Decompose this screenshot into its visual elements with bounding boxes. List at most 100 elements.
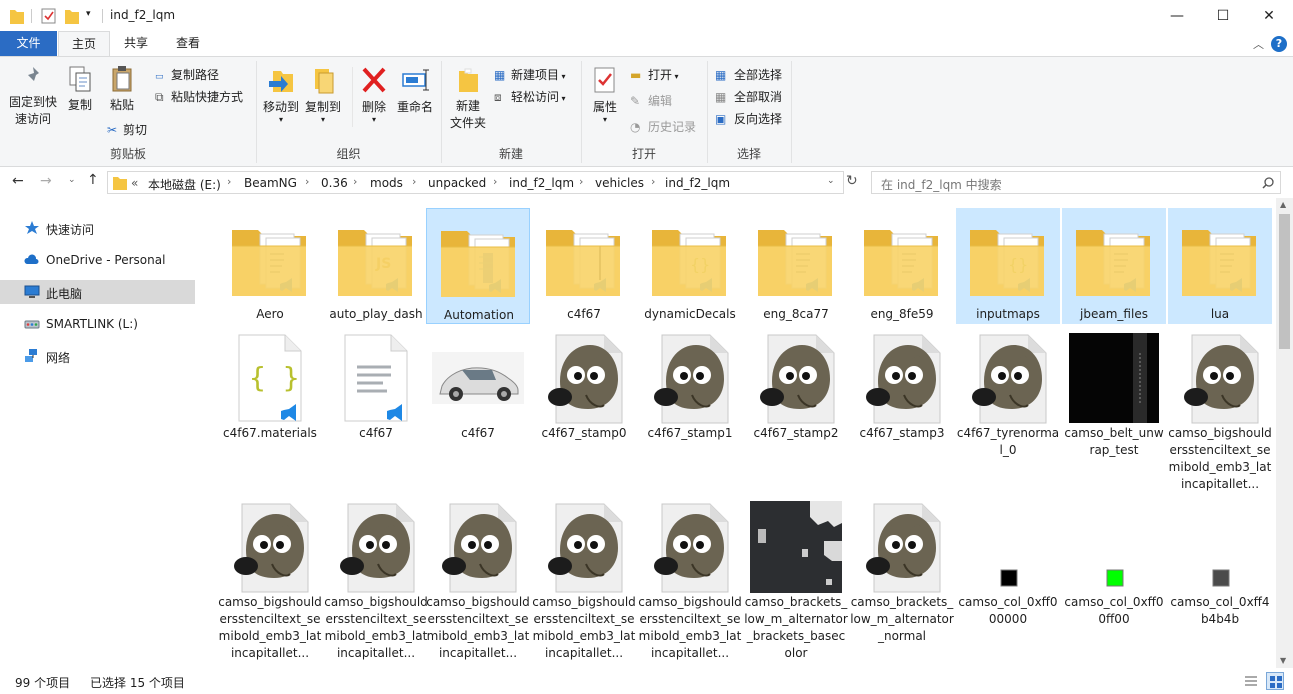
file-item[interactable]: camso_belt_unwrap_test (1062, 327, 1166, 491)
divider (31, 9, 32, 23)
address-bar[interactable]: « 本地磁盘 (E:) › BeamNG › 0.36 › mods › unp… (107, 171, 844, 194)
folder-item[interactable]: {} inputmaps (956, 208, 1060, 324)
file-item[interactable]: camso_bigshouldersstenciltext_semibold_e… (532, 496, 636, 668)
chevron-right-icon[interactable]: › (227, 175, 231, 188)
file-item[interactable]: camso_bigshouldersstenciltext_semibold_e… (638, 496, 742, 668)
properties-button[interactable]: 属性 ▾ (587, 65, 623, 124)
scroll-up-icon[interactable]: ▲ (1280, 200, 1286, 209)
rename-button[interactable]: 重命名 (394, 65, 436, 115)
file-item[interactable]: c4f67_stamp3 (850, 327, 954, 491)
paste-shortcut-button[interactable]: ⧉ 粘贴快捷方式 (155, 88, 243, 105)
select-none-button[interactable]: ▦ 全部取消 (715, 88, 782, 105)
refresh-icon[interactable]: ↻ (846, 173, 858, 189)
paste-button[interactable]: 粘贴 (103, 65, 141, 113)
tab-share[interactable]: 共享 (112, 31, 160, 56)
collapse-ribbon-icon[interactable]: ︿ (1253, 36, 1264, 52)
item-label: c4f67 (359, 426, 393, 440)
up-icon[interactable]: ↑ (87, 172, 99, 188)
breadcrumb-item[interactable]: 本地磁盘 (E:) (148, 176, 221, 193)
nav-item-smartlink[interactable]: SMARTLINK (L:) (0, 312, 195, 336)
copy-button[interactable]: 复制 (62, 65, 98, 113)
tab-view[interactable]: 查看 (164, 31, 212, 56)
nav-item-this-pc[interactable]: 此电脑 (0, 280, 195, 304)
pin-quick-access-button[interactable]: 固定到快 速访问 (4, 65, 62, 128)
file-item[interactable]: { } c4f67.materials (218, 327, 322, 491)
chevron-right-icon[interactable]: › (353, 175, 357, 188)
folder-item[interactable]: Automation (426, 208, 530, 324)
file-item[interactable]: c4f67_stamp1 (638, 327, 742, 491)
qat-dropdown-icon[interactable]: ▾ (86, 9, 91, 19)
file-item[interactable]: c4f67_stamp2 (744, 327, 848, 491)
file-item[interactable]: camso_brackets_low_m_alternator_brackets… (744, 496, 848, 668)
file-item[interactable]: c4f67 (324, 327, 428, 491)
forward-icon[interactable]: → (40, 173, 52, 189)
file-item[interactable]: camso_brackets_low_m_alternator_normal (850, 496, 954, 668)
minimize-button[interactable]: — (1154, 0, 1200, 31)
recent-locations-icon[interactable]: ⌄ (68, 175, 76, 185)
help-icon[interactable]: ? (1271, 36, 1287, 52)
breadcrumb-item[interactable]: ind_f2_lqm (509, 176, 574, 190)
easy-access-button[interactable]: ⧈ 轻松访问 ▾ (494, 88, 566, 105)
tab-file[interactable]: 文件 (0, 31, 57, 56)
chevron-right-icon[interactable]: › (412, 175, 416, 188)
maximize-button[interactable]: ☐ (1200, 0, 1246, 31)
folder-item[interactable]: jbeam_files (1062, 208, 1166, 324)
copy-to-button[interactable]: 复制到 ▾ (302, 65, 344, 124)
close-button[interactable]: ✕ (1246, 0, 1292, 31)
chevron-right-icon[interactable]: › (579, 175, 583, 188)
copy-path-button[interactable]: ▭ 复制路径 (155, 66, 219, 83)
file-item[interactable]: camso_bigshouldersstenciltext_semibold_e… (426, 496, 530, 668)
chevron-right-icon[interactable]: › (493, 175, 497, 188)
invert-selection-button[interactable]: ▣ 反向选择 (715, 110, 782, 127)
properties-icon[interactable] (41, 7, 57, 25)
breadcrumb-item[interactable]: vehicles (595, 176, 644, 190)
file-item[interactable]: camso_bigshouldersstenciltext_semibold_e… (1168, 327, 1272, 491)
nav-item-quick-access[interactable]: 快速访问 (0, 216, 195, 240)
breadcrumb-item[interactable]: 0.36 (321, 176, 348, 190)
file-item[interactable]: c4f67_stamp0 (532, 327, 636, 491)
file-item[interactable]: c4f67 (426, 327, 530, 491)
nav-item-network[interactable]: 网络 (0, 344, 195, 368)
nav-item-onedrive[interactable]: OneDrive - Personal (0, 248, 195, 272)
new-folder-button[interactable]: 新建 文件夹 (445, 65, 491, 132)
breadcrumb-item[interactable]: ind_f2_lqm (665, 176, 730, 190)
file-item[interactable]: camso_bigshouldersstenciltext_semibold_e… (218, 496, 322, 668)
file-item[interactable]: c4f67_tyrenormal_0 (956, 327, 1060, 491)
file-item[interactable]: camso_col_0xff00ff00 (1062, 496, 1166, 668)
large-icons-view-icon[interactable] (1266, 672, 1284, 690)
move-to-button[interactable]: 移动到 ▾ (260, 65, 302, 124)
new-folder-icon[interactable] (64, 7, 80, 25)
scrollbar-thumb[interactable] (1279, 214, 1290, 349)
chevron-right-icon[interactable]: › (305, 175, 309, 188)
breadcrumb-item[interactable]: mods (370, 176, 403, 190)
folder-item[interactable]: c4f67 (532, 208, 636, 324)
file-item[interactable]: camso_col_0xff000000 (956, 496, 1060, 668)
history-button[interactable]: ◔ 历史记录 (630, 118, 696, 135)
delete-button[interactable]: 删除 ▾ (356, 65, 392, 124)
address-dropdown-icon[interactable]: ⌄ (827, 176, 835, 186)
details-view-icon[interactable] (1244, 674, 1258, 688)
scroll-down-icon[interactable]: ▼ (1280, 656, 1286, 665)
breadcrumb-item[interactable]: BeamNG (244, 176, 297, 190)
back-icon[interactable]: ← (12, 173, 24, 189)
folder-item[interactable]: {} dynamicDecals (638, 208, 742, 324)
folder-item[interactable]: eng_8ca77 (744, 208, 848, 324)
folder-item[interactable]: lua (1168, 208, 1272, 324)
file-item[interactable]: camso_bigshouldersstenciltext_semibold_e… (324, 496, 428, 668)
breadcrumb-item[interactable]: unpacked (428, 176, 486, 190)
breadcrumb-overflow[interactable]: « (131, 176, 138, 190)
search-input[interactable]: 在 ind_f2_lqm 中搜索 (871, 171, 1281, 194)
chevron-right-icon[interactable]: › (651, 175, 655, 188)
select-all-button[interactable]: ▦ 全部选择 (715, 66, 782, 83)
new-item-button[interactable]: ▦ 新建项目 ▾ (494, 66, 566, 83)
folder-item[interactable]: JS auto_play_dash (324, 208, 428, 324)
vertical-scrollbar[interactable]: ▲ ▼ (1276, 198, 1293, 668)
tab-home[interactable]: 主页 (58, 31, 110, 57)
folder-item[interactable]: eng_8fe59 (850, 208, 954, 324)
folder-item[interactable]: Aero (218, 208, 322, 324)
file-item[interactable]: camso_col_0xff4b4b4b (1168, 496, 1272, 668)
cut-button[interactable]: ✂ 剪切 (107, 121, 147, 138)
open-button[interactable]: ▬ 打开 ▾ (630, 66, 679, 83)
edit-button[interactable]: ✎ 编辑 (630, 92, 672, 109)
pin-icon (25, 67, 39, 84)
